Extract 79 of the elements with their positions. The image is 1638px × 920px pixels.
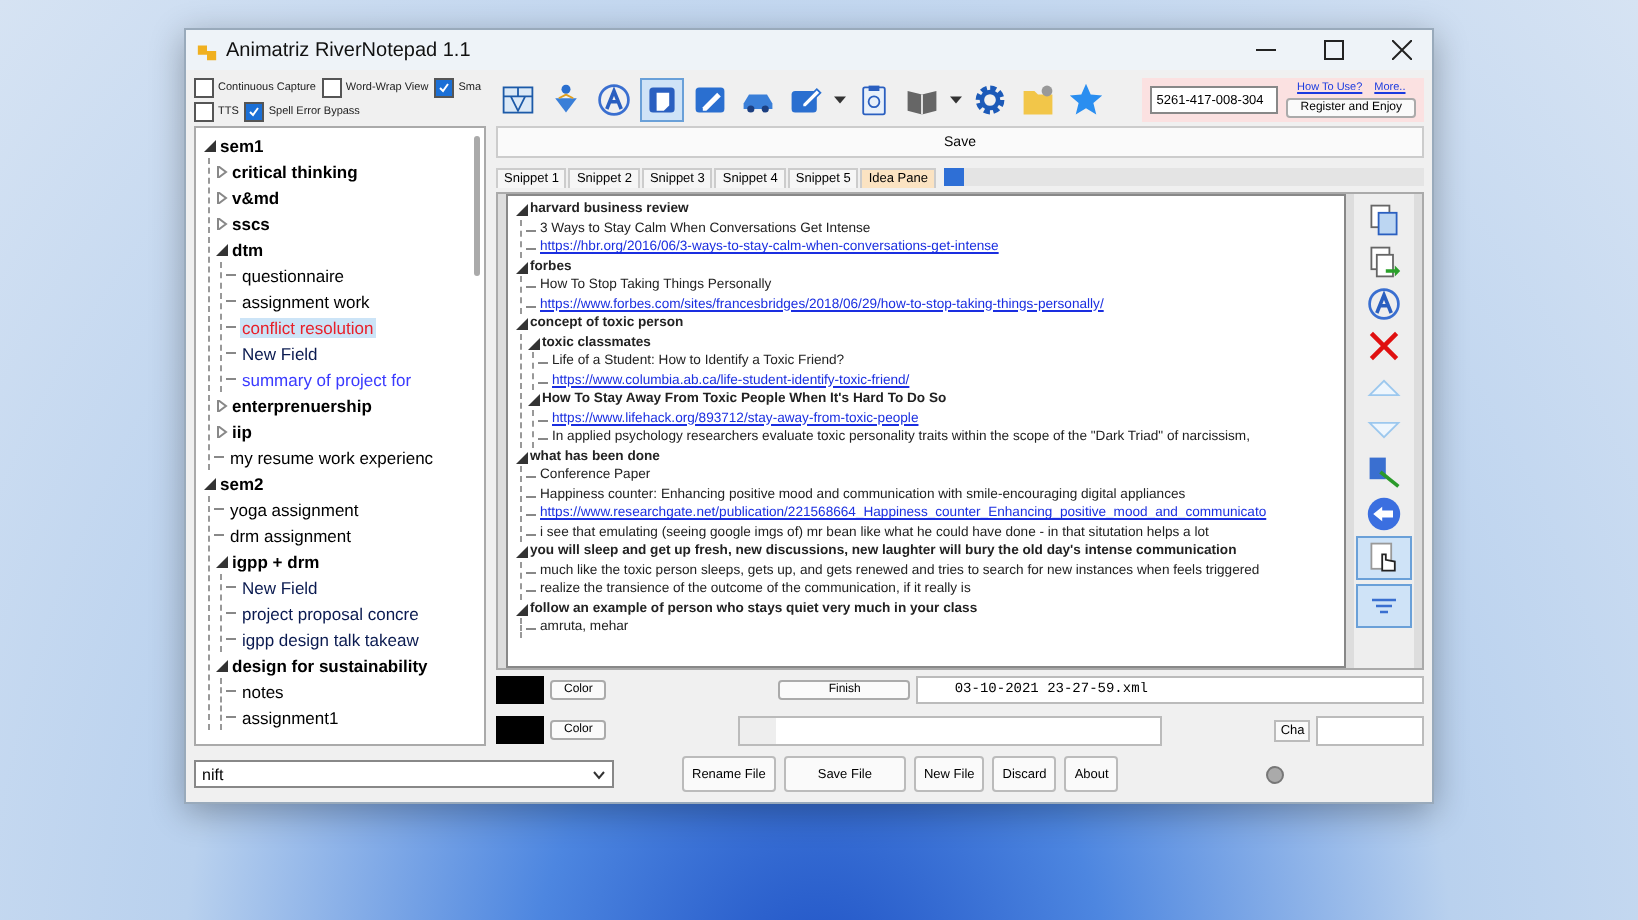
checkbox[interactable] [321,78,342,98]
tree-item[interactable]: project proposal concre [240,603,421,623]
expand-toggle[interactable] [214,397,230,413]
tree-item[interactable]: v&md [230,187,282,207]
checkbox[interactable] [434,78,455,98]
expand-toggle[interactable] [214,215,230,231]
copy-arrow-icon [1366,243,1402,279]
tree-item[interactable]: sem2 [218,473,266,493]
settings-icon [972,82,1008,118]
expand-toggle[interactable] [526,335,542,351]
tree-item[interactable]: my resume work experienc [228,447,436,467]
marker-icon [788,82,824,118]
expand-toggle[interactable] [514,544,530,560]
expand-toggle[interactable] [202,475,218,491]
tree-item[interactable]: summary of project for [240,369,414,389]
expand-toggle[interactable] [214,657,230,673]
toolbar-button[interactable] [640,78,684,122]
expand-toggle[interactable] [214,241,230,257]
pen-icon [692,82,728,118]
color-swatch[interactable] [496,676,544,704]
expand-toggle[interactable] [214,189,230,205]
expand-toggle[interactable] [214,423,230,439]
tree-item[interactable]: questionnaire [240,265,347,285]
minimize-icon [1256,48,1276,52]
copy-icon [1366,201,1402,237]
expand-toggle[interactable] [514,449,530,465]
tree-item[interactable]: igpp design talk takeaw [240,629,421,649]
input-field[interactable] [1316,715,1424,745]
tree-item[interactable]: assignment work [240,291,372,311]
expand-toggle[interactable] [214,553,230,569]
expand-toggle[interactable] [514,202,530,218]
tree-item[interactable]: igpp + drm [230,551,322,571]
tree-item[interactable]: yoga assignment [228,499,361,519]
color-swatch[interactable] [496,716,544,744]
expand-toggle[interactable] [202,137,218,153]
tree-item[interactable]: enterprenuership [230,395,374,415]
tree-item[interactable]: sscs [230,213,272,233]
file-dropdown[interactable]: nift [194,760,614,788]
caret-icon [834,94,846,106]
expand-toggle[interactable] [526,392,542,408]
window-title: Animatriz RiverNotepad 1.1 [226,39,473,61]
scrollbar-thumb[interactable] [474,136,480,276]
tree-item[interactable]: sem1 [218,135,266,155]
note-icon [644,82,680,118]
checkbox[interactable] [244,102,265,122]
tree-item[interactable]: design for sustainability [230,655,430,675]
tree-item[interactable]: assignment1 [240,707,341,727]
tree-item[interactable]: New Field [240,343,320,363]
caret-icon [950,94,962,106]
expand-toggle[interactable] [214,163,230,179]
clipboard-icon [856,82,892,118]
font-icon [1366,285,1402,321]
tree-item[interactable]: iip [230,421,254,441]
outline-editor[interactable] [506,194,1346,668]
hand-pointer-icon [1366,540,1402,576]
filter-icon [1372,598,1396,614]
folder-icon [1020,82,1056,118]
tree-item[interactable]: dtm [230,239,266,259]
status-indicator [1266,765,1285,783]
font-icon [596,82,632,118]
close-icon [1366,327,1402,363]
grid-icon [500,82,536,118]
toolbar-button[interactable] [1356,536,1412,580]
tree-item[interactable]: critical thinking [230,161,360,181]
checkbox[interactable] [194,78,214,98]
tree-item[interactable]: New Field [240,577,320,597]
chevron-down-icon [592,769,606,779]
close-icon [1392,40,1412,60]
expand-toggle[interactable] [514,316,530,332]
wand-icon [1366,453,1402,489]
tree-item[interactable]: drm assignment [228,525,353,545]
back-icon [1366,495,1402,531]
tree-item[interactable]: notes [240,681,286,701]
star-icon [1068,82,1104,118]
input-field[interactable] [738,715,1163,745]
expand-toggle[interactable] [514,259,530,275]
checkbox[interactable] [194,102,214,122]
maximize-icon [1324,40,1344,60]
expand-toggle[interactable] [514,601,530,617]
